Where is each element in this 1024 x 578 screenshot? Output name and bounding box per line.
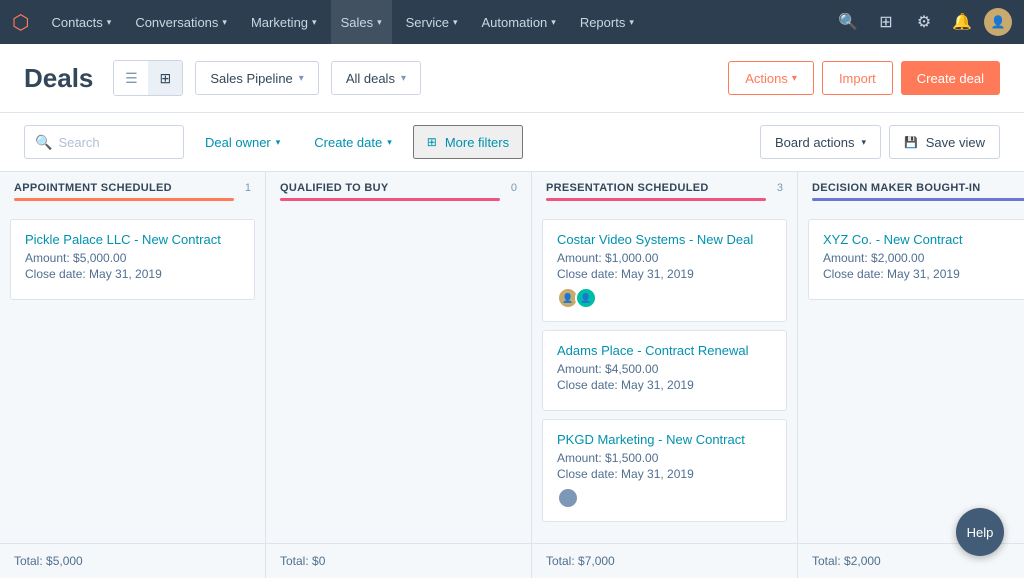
deal-amount: Amount: $5,000.00 [25,251,240,265]
filter-label: All deals [346,71,395,86]
column-title: DECISION MAKER BOUGHT-IN [812,182,1024,194]
deal-owner-filter[interactable]: Deal owner ▾ [192,125,293,159]
deal-name[interactable]: Adams Place - Contract Renewal [557,343,772,358]
column-bar [812,198,1024,201]
column-cards: Costar Video Systems - New Deal Amount: $… [532,213,797,543]
page-title: Deals [24,63,93,94]
chevron-down-icon: ▾ [222,17,227,28]
column-cards: Pickle Palace LLC - New Contract Amount: … [0,213,265,543]
column-cards [266,213,531,543]
deal-card[interactable]: Costar Video Systems - New Deal Amount: $… [542,219,787,322]
column-header: QUALIFIED TO BUY 0 [266,172,531,213]
board-actions-button[interactable]: Board actions ▾ [760,125,881,159]
hubspot-logo[interactable]: ⬡ [12,10,29,35]
marketplace-icon[interactable]: ⊞ [870,6,902,38]
board-column-appointment-scheduled: APPOINTMENT SCHEDULED 1 Pickle Palace LLC … [0,172,266,578]
deal-card[interactable]: XYZ Co. - New Contract Amount: $2,000.00 C… [808,219,1024,300]
deal-card[interactable]: Pickle Palace LLC - New Contract Amount: … [10,219,255,300]
deal-close-date: Close date: May 31, 2019 [25,267,240,281]
list-view-button[interactable]: ☰ [114,61,148,95]
top-navigation: ⬡ Contacts ▾ Conversations ▾ Marketing ▾… [0,0,1024,44]
column-count: 1 [245,182,251,194]
nav-sales[interactable]: Sales ▾ [331,0,392,44]
chevron-down-icon: ▾ [792,73,797,84]
chevron-down-icon: ▾ [862,137,867,148]
create-deal-button[interactable]: Create deal [901,61,1000,95]
import-button[interactable]: Import [822,61,893,95]
column-bar [14,198,234,201]
deal-close-date: Close date: May 31, 2019 [557,467,772,481]
filter-bar: 🔍 Deal owner ▾ Create date ▾ ⊞ More filt… [0,113,1024,172]
column-header: PRESENTATION SCHEDULED 3 [532,172,797,213]
chevron-down-icon: ▾ [377,17,382,28]
chevron-down-icon: ▾ [629,17,634,28]
nav-conversations[interactable]: Conversations ▾ [125,0,237,44]
notifications-icon[interactable]: 🔔 [946,6,978,38]
filter-dropdown[interactable]: All deals ▾ [331,61,421,95]
column-bar [280,198,500,201]
save-view-button[interactable]: 💾 Save view [889,125,1000,159]
board-column-qualified-to-buy: QUALIFIED TO BUY 0 Total: $0 [266,172,532,578]
deal-card[interactable]: PKGD Marketing - New Contract Amount: $1,… [542,419,787,522]
kanban-board: APPOINTMENT SCHEDULED 1 Pickle Palace LLC … [0,172,1024,578]
column-header: APPOINTMENT SCHEDULED 1 [0,172,265,213]
deal-close-date: Close date: May 31, 2019 [557,267,772,281]
nav-contacts[interactable]: Contacts ▾ [41,0,121,44]
page-header: Deals ☰ ⊞ Sales Pipeline ▾ All deals ▾ A… [0,44,1024,113]
column-footer: Total: $7,000 [532,543,797,578]
search-box[interactable]: 🔍 [24,125,184,159]
chevron-down-icon: ▾ [299,73,304,84]
column-title: PRESENTATION SCHEDULED [546,182,771,194]
deal-name[interactable]: Costar Video Systems - New Deal [557,232,772,247]
column-header: DECISION MAKER BOUGHT-IN1 [798,172,1024,213]
chevron-down-icon: ▾ [401,73,406,84]
help-button[interactable]: Help [956,508,1004,556]
create-date-filter[interactable]: Create date ▾ [301,125,404,159]
deal-close-date: Close date: May 31, 2019 [823,267,1024,281]
deal-avatars: 👤👤 [557,287,772,309]
view-toggle: ☰ ⊞ [113,60,183,96]
settings-icon[interactable]: ⚙ [908,6,940,38]
chevron-down-icon: ▾ [387,137,392,148]
deal-avatar [557,487,579,509]
column-title: APPOINTMENT SCHEDULED [14,182,239,194]
search-icon: 🔍 [35,134,52,151]
search-button[interactable]: 🔍 [832,6,864,38]
deal-name[interactable]: PKGD Marketing - New Contract [557,432,772,447]
nav-automation[interactable]: Automation ▾ [472,0,566,44]
nav-reports[interactable]: Reports ▾ [570,0,644,44]
column-count: 3 [777,182,783,194]
pipeline-label: Sales Pipeline [210,71,292,86]
chevron-down-icon: ▾ [276,137,281,148]
deal-name[interactable]: Pickle Palace LLC - New Contract [25,232,240,247]
deal-avatars [557,487,772,509]
chevron-down-icon: ▾ [107,17,112,28]
actions-button[interactable]: Actions ▾ [728,61,814,95]
column-title: QUALIFIED TO BUY [280,182,505,194]
board-column-presentation-scheduled: PRESENTATION SCHEDULED 3 Costar Video Syst… [532,172,798,578]
search-input[interactable] [58,135,158,150]
nav-marketing[interactable]: Marketing ▾ [241,0,327,44]
deal-avatar: 👤 [575,287,597,309]
pipeline-dropdown[interactable]: Sales Pipeline ▾ [195,61,318,95]
user-avatar[interactable]: 👤 [984,8,1012,36]
deal-amount: Amount: $2,000.00 [823,251,1024,265]
column-footer: Total: $5,000 [0,543,265,578]
deal-amount: Amount: $1,000.00 [557,251,772,265]
more-filters-button[interactable]: ⊞ More filters [413,125,523,159]
chevron-down-icon: ▾ [551,17,556,28]
column-count: 0 [511,182,517,194]
column-bar [546,198,766,201]
deal-card[interactable]: Adams Place - Contract Renewal Amount: $4… [542,330,787,411]
chevron-down-icon: ▾ [312,17,317,28]
chevron-down-icon: ▾ [453,17,458,28]
column-footer: Total: $0 [266,543,531,578]
column-cards: XYZ Co. - New Contract Amount: $2,000.00 C… [798,213,1024,543]
deal-close-date: Close date: May 31, 2019 [557,378,772,392]
deal-amount: Amount: $1,500.00 [557,451,772,465]
deal-name[interactable]: XYZ Co. - New Contract [823,232,1024,247]
deal-amount: Amount: $4,500.00 [557,362,772,376]
nav-service[interactable]: Service ▾ [396,0,468,44]
board-view-button[interactable]: ⊞ [148,61,182,95]
